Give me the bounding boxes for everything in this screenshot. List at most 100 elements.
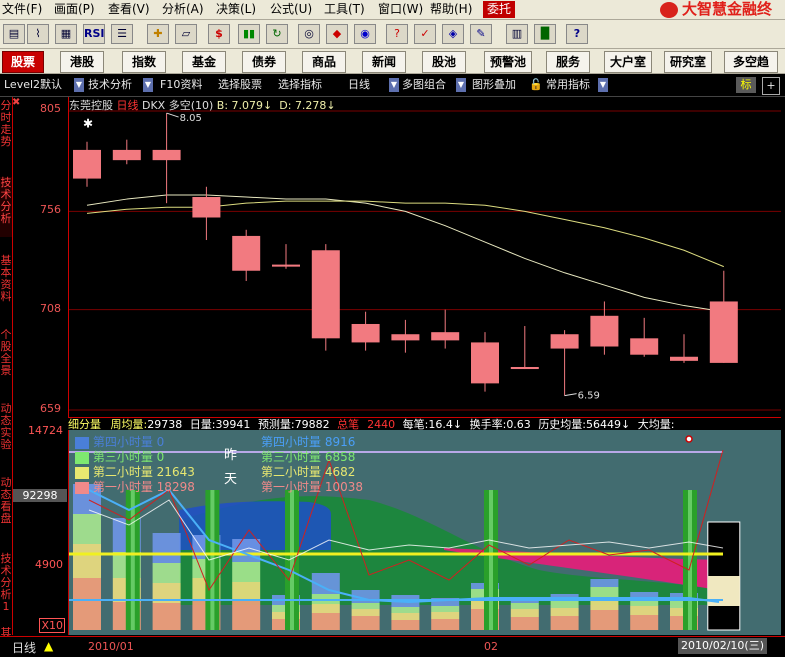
tab-technical[interactable]: 技术分析 (88, 77, 132, 93)
quick-btn-index[interactable]: 指数 (122, 51, 166, 73)
dollar-icon[interactable]: $ (208, 24, 230, 44)
tab-multi-chart[interactable]: 多图组合 (402, 77, 446, 93)
sidebar-tab-fundamental[interactable]: 基本资料 (0, 255, 12, 315)
volume-bar-segment (391, 607, 420, 613)
volume-marker-highlight (489, 490, 493, 630)
bar-color-icon[interactable]: ▮▮ (238, 24, 260, 44)
brand-title: 大智慧金融终 (660, 0, 772, 19)
status-period[interactable]: 日线 (12, 639, 36, 656)
quick-btn-hk[interactable]: 港股 (60, 51, 104, 73)
candle-body (351, 323, 380, 343)
help-question-icon[interactable]: ? (386, 24, 408, 44)
menu-analysis[interactable]: 分析(A) (162, 0, 204, 19)
grid-icon[interactable]: ▦ (55, 24, 77, 44)
info-label: 预测量: (257, 418, 295, 430)
quick-btn-trend[interactable]: 多空趋 (724, 51, 778, 73)
volume-bar-segment (351, 609, 380, 616)
folder-icon[interactable]: ▤ (3, 24, 25, 44)
help-icon[interactable]: ? (566, 24, 588, 44)
candle-body (431, 332, 460, 341)
volume-bar-segment (590, 587, 619, 598)
volume-chart[interactable]: 第四小时量 0 第三小时量 0 第二小时量 21643 第一小时量 18298 … (68, 430, 781, 635)
rsi-icon[interactable]: RSI (83, 24, 105, 44)
dropdown-arrow-icon[interactable]: ▼ (598, 78, 608, 92)
menu-formula[interactable]: 公式(U) (270, 0, 312, 19)
candle-body (232, 235, 261, 271)
tab-select-stock[interactable]: 选择股票 (218, 77, 262, 93)
sidebar-tab-technical1[interactable]: 技术分析1 (0, 553, 12, 613)
tab-level2[interactable]: Level2默认 (4, 77, 62, 93)
legend-item: 第四小时量 8916 (261, 435, 363, 450)
high-price-label: 8.05 (180, 113, 202, 124)
tab-select-indicator[interactable]: 选择指标 (278, 77, 322, 93)
candle-body (670, 356, 698, 361)
info-label: 总笔 (337, 418, 360, 430)
chart-close-icon[interactable]: ✖ (12, 97, 20, 108)
entrust-button[interactable]: 委托 (483, 1, 515, 18)
menu-help[interactable]: 帮助(H) (430, 0, 472, 19)
quick-btn-alert-pool[interactable]: 预警池 (484, 51, 532, 73)
dropdown-arrow-icon[interactable]: ▼ (389, 78, 399, 92)
low-price-label: 6.59 (578, 391, 600, 402)
quick-btn-research[interactable]: 研究室 (664, 51, 712, 73)
crosshair-icon[interactable]: ✚ (147, 24, 169, 44)
lock-icon[interactable]: 🔓 (529, 77, 543, 93)
quick-btn-commodity[interactable]: 商品 (302, 51, 346, 73)
tab-f10[interactable]: F10资料 (160, 77, 202, 93)
chart-icon[interactable]: ⌇ (27, 24, 49, 44)
candle-body (590, 315, 619, 347)
book-icon[interactable]: ▐▌ (534, 24, 556, 44)
volume-bar-segment (550, 608, 579, 616)
tab-overlay[interactable]: 图形叠加 (472, 77, 516, 93)
menu-file[interactable]: 文件(F) (2, 0, 42, 19)
mark-button[interactable]: 标 (736, 77, 756, 93)
date-mid: 02 (484, 640, 498, 653)
date-end: 2010/02/10(三) (678, 638, 767, 654)
quick-btn-vip-room[interactable]: 大户室 (604, 51, 652, 73)
binoculars-icon[interactable]: ◎ (298, 24, 320, 44)
ruler-icon[interactable]: ▱ (175, 24, 197, 44)
tab-common-indicator[interactable]: 常用指标 (546, 77, 590, 93)
period-up-icon[interactable]: ▲ (44, 639, 53, 653)
legend-swatch (75, 466, 89, 479)
sidebar-tab-dynamic[interactable]: 动态实验 (0, 403, 12, 463)
sidebar-tab-monitor[interactable]: 动态看盘 (0, 477, 12, 537)
quick-btn-service[interactable]: 服务 (546, 51, 590, 73)
quick-btn-fund[interactable]: 基金 (182, 51, 226, 73)
price-axis: ✖ 805 756 708 659 (12, 97, 67, 417)
stock-icon[interactable]: ◆ (326, 24, 348, 44)
dropdown-arrow-icon[interactable]: ▼ (143, 78, 153, 92)
menu-tools[interactable]: 工具(T) (324, 0, 365, 19)
volume-dot-marker (685, 435, 693, 443)
volume-bar-segment (351, 603, 380, 609)
money-icon[interactable]: ◈ (442, 24, 464, 44)
list-icon[interactable]: ☰ (111, 24, 133, 44)
quick-btn-bond[interactable]: 债券 (242, 51, 286, 73)
menu-view[interactable]: 查看(V) (108, 0, 150, 19)
check-icon[interactable]: ✓ (414, 24, 436, 44)
volume-bar-segment (630, 606, 659, 615)
edit-icon[interactable]: ✎ (470, 24, 492, 44)
brand-logo-icon (660, 1, 678, 18)
print-icon[interactable]: ▥ (506, 24, 528, 44)
volume-bar-segment (311, 604, 340, 613)
quick-btn-pool[interactable]: 股池 (422, 51, 466, 73)
globe-icon[interactable]: ◉ (354, 24, 376, 44)
candle-body (391, 334, 420, 341)
info-label: 细分量 (68, 418, 101, 430)
quick-btn-news[interactable]: 新闻 (362, 51, 406, 73)
tab-daily[interactable]: 日线 (348, 77, 370, 93)
refresh-icon[interactable]: ↻ (266, 24, 288, 44)
menu-view-screen[interactable]: 画面(P) (54, 0, 95, 19)
quick-btn-stock[interactable]: 股票 (2, 51, 44, 73)
menu-decision[interactable]: 决策(L) (216, 0, 256, 19)
add-button[interactable]: + (762, 77, 780, 95)
info-value: 56449↓ (586, 418, 631, 430)
price-chart[interactable]: 8.05 6.59 ✱ 东莞控股 日线 DKX 多空(10) B: 7.079↓, … (68, 97, 781, 418)
dropdown-arrow-icon[interactable]: ▼ (74, 78, 84, 92)
dropdown-arrow-icon[interactable]: ▼ (456, 78, 466, 92)
menu-window[interactable]: 窗口(W) (378, 0, 423, 19)
sidebar-tab-timeshare[interactable]: 分时走势 (0, 100, 12, 160)
sidebar-tab-overview[interactable]: 个股全景 (0, 329, 12, 389)
sidebar-tab-technical[interactable]: 技术分析 (0, 177, 12, 237)
